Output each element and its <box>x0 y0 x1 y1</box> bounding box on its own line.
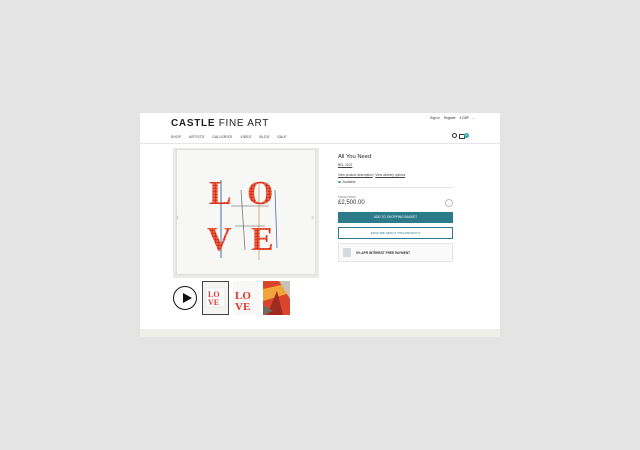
thumbnail-3[interactable] <box>263 281 290 315</box>
nav-item-video[interactable]: VIDEO <box>240 135 251 139</box>
chevron-down-icon[interactable]: ⌄ <box>472 116 475 120</box>
nav-item-sale[interactable]: SALE <box>277 135 286 139</box>
enquire-button[interactable]: ENQUIRE ABOUT THIS PRODUCT <box>338 227 453 239</box>
account-links: Sign In Register £ GBP ⌄ <box>430 116 478 120</box>
finance-icon <box>343 248 351 257</box>
svg-text:L: L <box>209 175 232 212</box>
video-thumbnail[interactable] <box>173 286 197 310</box>
product-price: £2,500.00 <box>338 200 365 206</box>
info-divider <box>338 187 453 188</box>
nav-item-galleries[interactable]: GALLERIES <box>212 135 232 139</box>
svg-text:V: V <box>207 221 232 258</box>
main-product-image[interactable]: L O V E ‹ › <box>173 148 319 278</box>
svg-text:VE: VE <box>235 301 250 313</box>
finance-text: 0% APR INTEREST FREE PAYMENT <box>356 250 411 255</box>
artist-link[interactable]: BEL 2022 <box>338 163 352 167</box>
availability-dot-icon <box>338 180 341 184</box>
product-links: View product description | View delivery… <box>338 173 406 177</box>
svg-text:VE: VE <box>208 298 219 307</box>
thumbnail-2-image: LO VE <box>235 290 251 313</box>
thumbnail-1[interactable]: LO VE <box>202 281 229 315</box>
thumbnail-3-image <box>263 281 290 315</box>
main-nav: SHOP ARTISTS GALLERIES VIDEO BLOG SALE <box>171 135 294 139</box>
logo-bold: CASTLE <box>171 118 216 129</box>
artwork-frame: L O V E <box>177 150 315 274</box>
chevron-left-icon[interactable]: ‹ <box>176 212 179 222</box>
nav-item-blog[interactable]: BLOG <box>260 135 270 139</box>
delivery-options-link[interactable]: View delivery options <box>375 173 405 177</box>
search-icon[interactable] <box>452 133 457 138</box>
svg-text:O: O <box>247 175 273 212</box>
header-divider <box>140 143 500 144</box>
availability-status: Available <box>338 180 355 184</box>
play-icon <box>182 292 192 303</box>
basket-count-badge: 0 <box>464 133 469 138</box>
chevron-right-icon[interactable]: › <box>311 212 314 222</box>
thumbnail-1-image: LO VE <box>205 287 226 308</box>
register-link[interactable]: Register <box>444 116 456 120</box>
site-logo[interactable]: CASTLE FINE ART <box>171 118 269 129</box>
svg-text:E: E <box>251 221 274 258</box>
product-description-link[interactable]: View product description <box>338 173 373 177</box>
nav-item-artists[interactable]: ARTISTS <box>189 135 204 139</box>
finance-banner[interactable]: 0% APR INTEREST FREE PAYMENT <box>338 243 453 262</box>
thumbnail-2[interactable]: LO VE <box>233 281 260 315</box>
price-label: PRICE FROM <box>338 195 356 199</box>
product-page: CASTLE FINE ART Sign In Register £ GBP ⌄ … <box>140 113 500 337</box>
nav-item-shop[interactable]: SHOP <box>171 135 181 139</box>
availability-text: Available <box>342 180 356 184</box>
currency-select[interactable]: £ GBP <box>460 116 469 120</box>
sign-in-link[interactable]: Sign In <box>430 116 440 120</box>
love-artwork: L O V E <box>207 175 278 260</box>
logo-light: FINE ART <box>218 118 270 129</box>
info-icon[interactable]: i <box>445 199 453 207</box>
footer-strip <box>140 329 500 337</box>
add-to-basket-button[interactable]: ADD TO SHOPPING BASKET <box>338 212 453 223</box>
product-title: All You Need <box>338 154 372 160</box>
